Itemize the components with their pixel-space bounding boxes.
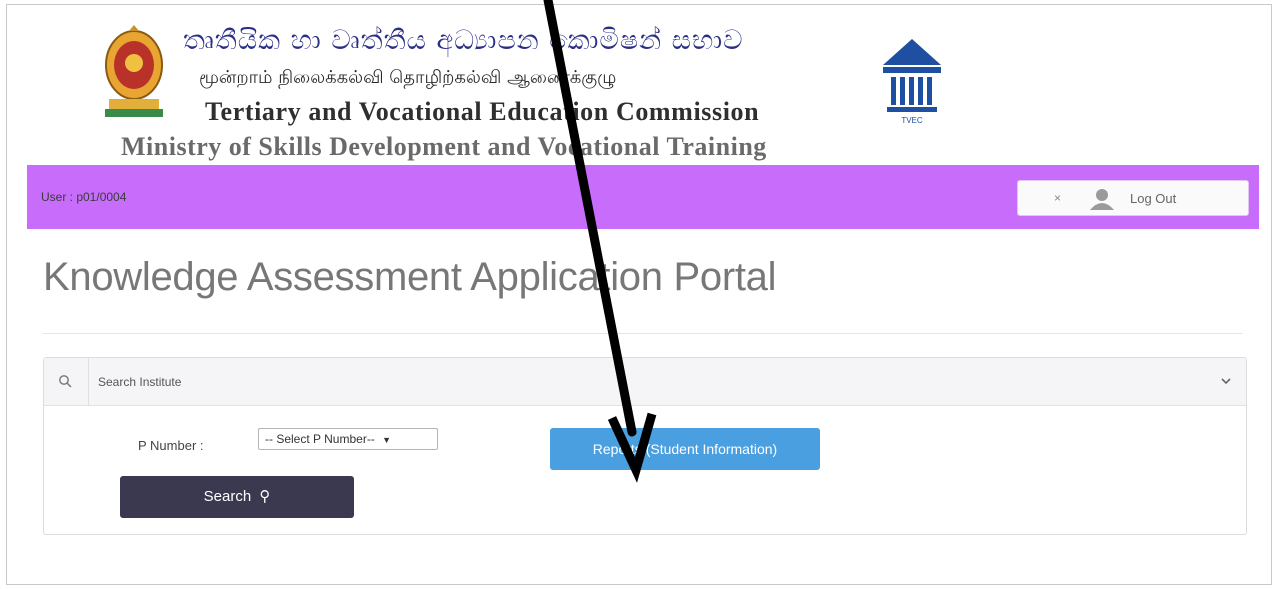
p-number-select[interactable]: -- Select P Number-- ▼: [258, 428, 438, 450]
title-divider: [43, 333, 1243, 334]
ministry-title: Ministry of Skills Development and Vocat…: [121, 132, 767, 161]
search-icon: [59, 375, 72, 388]
search-icon: ⚲: [259, 488, 271, 505]
reports-button[interactable]: Reports (Student Information): [550, 428, 820, 470]
page-title: Knowledge Assessment Application Portal: [43, 255, 777, 299]
dropdown-arrow-icon: ▼: [382, 435, 392, 445]
browser-frame: තෘතීයික හා වෘත්තීය අධ්‍යාපන කොමිෂන් සභාව…: [6, 4, 1272, 585]
header-banner: තෘතීයික හා වෘත්තීය අධ්‍යාපන කොමිෂන් සභාව…: [7, 5, 1271, 165]
user-avatar-icon: [1090, 189, 1114, 210]
sinhala-title: තෘතීයික හා වෘත්තීය අධ්‍යාපන කොමිෂන් සභාව: [183, 25, 744, 56]
search-button-label: Search: [203, 488, 252, 505]
top-nav-bar: User : p01/0004 × Log Out: [27, 165, 1259, 229]
tvec-logo-text: TVEC: [901, 116, 923, 125]
user-label: User : p01/0004: [41, 190, 127, 204]
chevron-down-icon[interactable]: [1220, 375, 1232, 387]
search-panel-header[interactable]: Search Institute: [44, 358, 1246, 406]
header-divider: [88, 358, 89, 406]
logout-button[interactable]: × Log Out: [1017, 180, 1249, 216]
logout-label: Log Out: [1130, 191, 1177, 206]
p-number-select-value: -- Select P Number--: [265, 432, 375, 446]
search-button[interactable]: Search ⚲: [120, 476, 354, 518]
search-panel: Search Institute P Number : -- Select P …: [43, 357, 1247, 535]
english-title: Tertiary and Vocational Education Commis…: [205, 97, 760, 126]
menu-dot-icon: ×: [1054, 191, 1062, 205]
sri-lanka-emblem-icon: [105, 25, 163, 117]
search-panel-title: Search Institute: [98, 375, 182, 389]
tvec-logo-icon: TVEC: [883, 39, 941, 125]
tamil-title: மூன்றாம் நிலைக்கல்வி தொழிற்கல்வி ஆணைக்கு…: [199, 67, 617, 88]
p-number-label: P Number :: [138, 438, 204, 453]
